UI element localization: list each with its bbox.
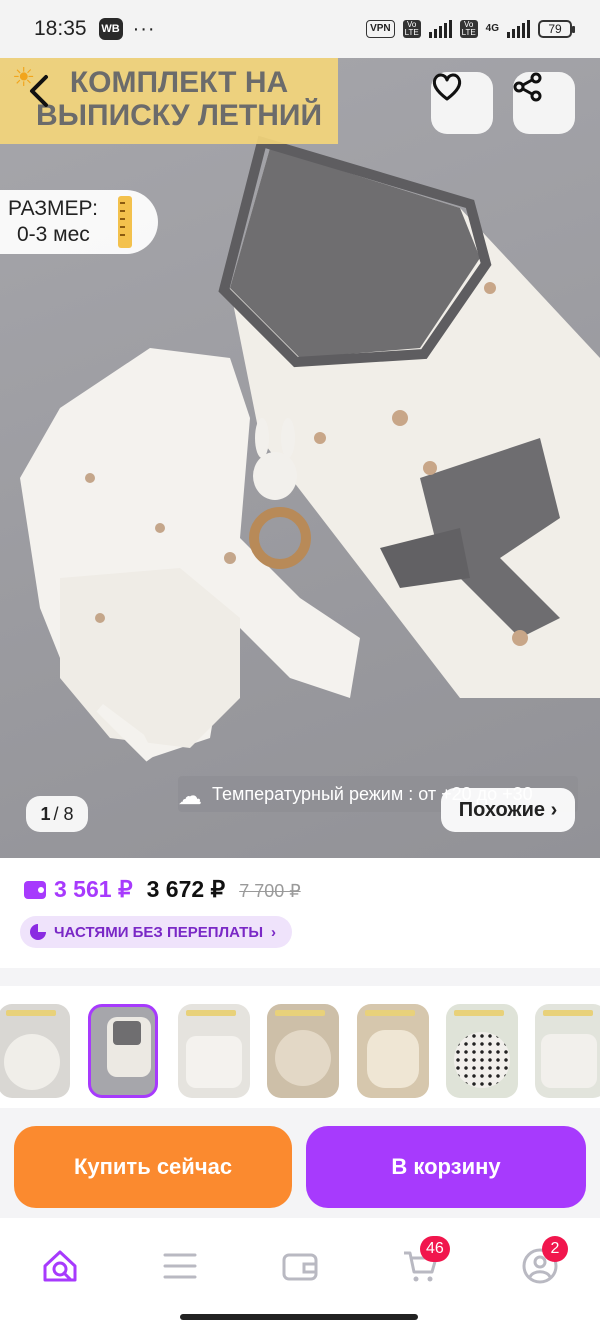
product-image-gallery[interactable]: ☀ КОМПЛЕКТ НА ВЫПИСКУ ЛЕТНИЙ РАЗМЕР: 0-3… [0, 58, 600, 858]
installment-badge[interactable]: ЧАСТЯМИ БЕЗ ПЕРЕПЛАТЫ › [20, 916, 293, 948]
image-counter: 1 / 8 [26, 796, 88, 832]
share-icon [513, 72, 542, 102]
action-bar: Купить сейчас В корзину [0, 1108, 600, 1218]
thumbnail-product [454, 1032, 510, 1088]
current-price: 3 672 ₽ [146, 876, 226, 902]
thumbnail[interactable] [0, 1004, 70, 1098]
signal-strength-icon-2 [507, 20, 530, 38]
thumbnail-product [186, 1036, 242, 1088]
home-search-icon [43, 1250, 77, 1282]
wallet-nav-icon [282, 1253, 318, 1281]
nav-wallet[interactable] [270, 1242, 330, 1290]
menu-icon [163, 1253, 197, 1279]
thumbnail-banner [275, 1010, 325, 1016]
status-time: 18:35 [34, 17, 87, 40]
thumbnail-strip[interactable] [0, 1000, 600, 1104]
product-page: 18:35 WB ··· VPN Vo LTE Vo LTE 4G 79 ☀ К… [0, 0, 600, 1332]
image-counter-current: 1 [40, 803, 51, 824]
thumbnail[interactable] [178, 1004, 250, 1098]
thumbnail[interactable] [357, 1004, 429, 1098]
home-indicator[interactable] [180, 1314, 418, 1320]
size-value: 0-3 мес [17, 223, 90, 246]
thumbnail[interactable] [267, 1004, 339, 1098]
back-button[interactable] [28, 74, 84, 130]
nav-catalog[interactable] [150, 1242, 210, 1290]
volte-icon: Vo LTE [402, 20, 421, 38]
wallet-price: 3 561 ₽ [54, 876, 133, 902]
status-bar: 18:35 WB ··· VPN Vo LTE Vo LTE 4G 79 [0, 0, 600, 58]
pie-chart-icon [30, 924, 46, 940]
thumbnail-active[interactable] [88, 1004, 158, 1098]
old-price: 7 700 ₽ [239, 881, 301, 901]
favorite-button[interactable] [431, 72, 493, 134]
signal-strength-icon [428, 20, 452, 38]
product-photo [20, 135, 600, 762]
price-row: 3 561 ₽ 3 672 ₽ 7 700 ₽ [24, 876, 301, 903]
thumbnail-banner [186, 1010, 236, 1016]
profile-badge: 2 [542, 1236, 568, 1262]
buy-now-button[interactable]: Купить сейчас [14, 1126, 292, 1208]
nav-profile[interactable]: 2 [510, 1236, 570, 1290]
nav-home[interactable] [30, 1242, 90, 1290]
thumbnail-banner [454, 1010, 504, 1016]
heart-icon [432, 73, 462, 101]
installment-label: ЧАСТЯМИ БЕЗ ПЕРЕПЛАТЫ [54, 923, 264, 941]
status-icons: VPN Vo LTE Vo LTE 4G 79 [366, 20, 575, 38]
nav-cart[interactable]: 46 [390, 1236, 450, 1290]
size-badge: РАЗМЕР: 0-3 мес [0, 190, 158, 254]
thumbnail-banner [365, 1010, 415, 1016]
network-type: 4G [485, 23, 499, 34]
thumbnail-product [367, 1030, 419, 1088]
thumbnail-banner [6, 1010, 56, 1016]
more-notifications-icon: ··· [132, 17, 156, 40]
size-label: РАЗМЕР: [8, 197, 98, 220]
battery-icon: 79 [538, 20, 575, 38]
thumbnail-product-detail [113, 1021, 141, 1045]
cloud-sun-icon: ☁ [178, 783, 202, 810]
bottom-navigation: 46 2 [0, 1218, 600, 1332]
share-button[interactable] [513, 72, 575, 134]
wildberries-app-icon: WB [98, 18, 123, 40]
thumbnail-product [4, 1034, 60, 1090]
thumbnail[interactable] [535, 1004, 600, 1098]
similar-button[interactable]: Похожие › [441, 788, 575, 832]
cart-badge: 46 [420, 1236, 450, 1262]
chevron-left-icon [30, 75, 48, 107]
wallet-icon [24, 881, 46, 899]
image-counter-total: / 8 [53, 803, 74, 824]
vpn-icon: VPN [366, 20, 395, 38]
thumbnail-product [275, 1030, 331, 1086]
volte-icon-2: Vo LTE [459, 20, 478, 38]
add-to-cart-button[interactable]: В корзину [306, 1126, 586, 1208]
thumbnail-banner [543, 1010, 593, 1016]
chevron-right-icon: › [271, 923, 277, 941]
ruler-icon [118, 196, 132, 248]
thumbnail-product [541, 1034, 597, 1088]
section-divider [0, 968, 600, 986]
thumbnail[interactable] [446, 1004, 518, 1098]
